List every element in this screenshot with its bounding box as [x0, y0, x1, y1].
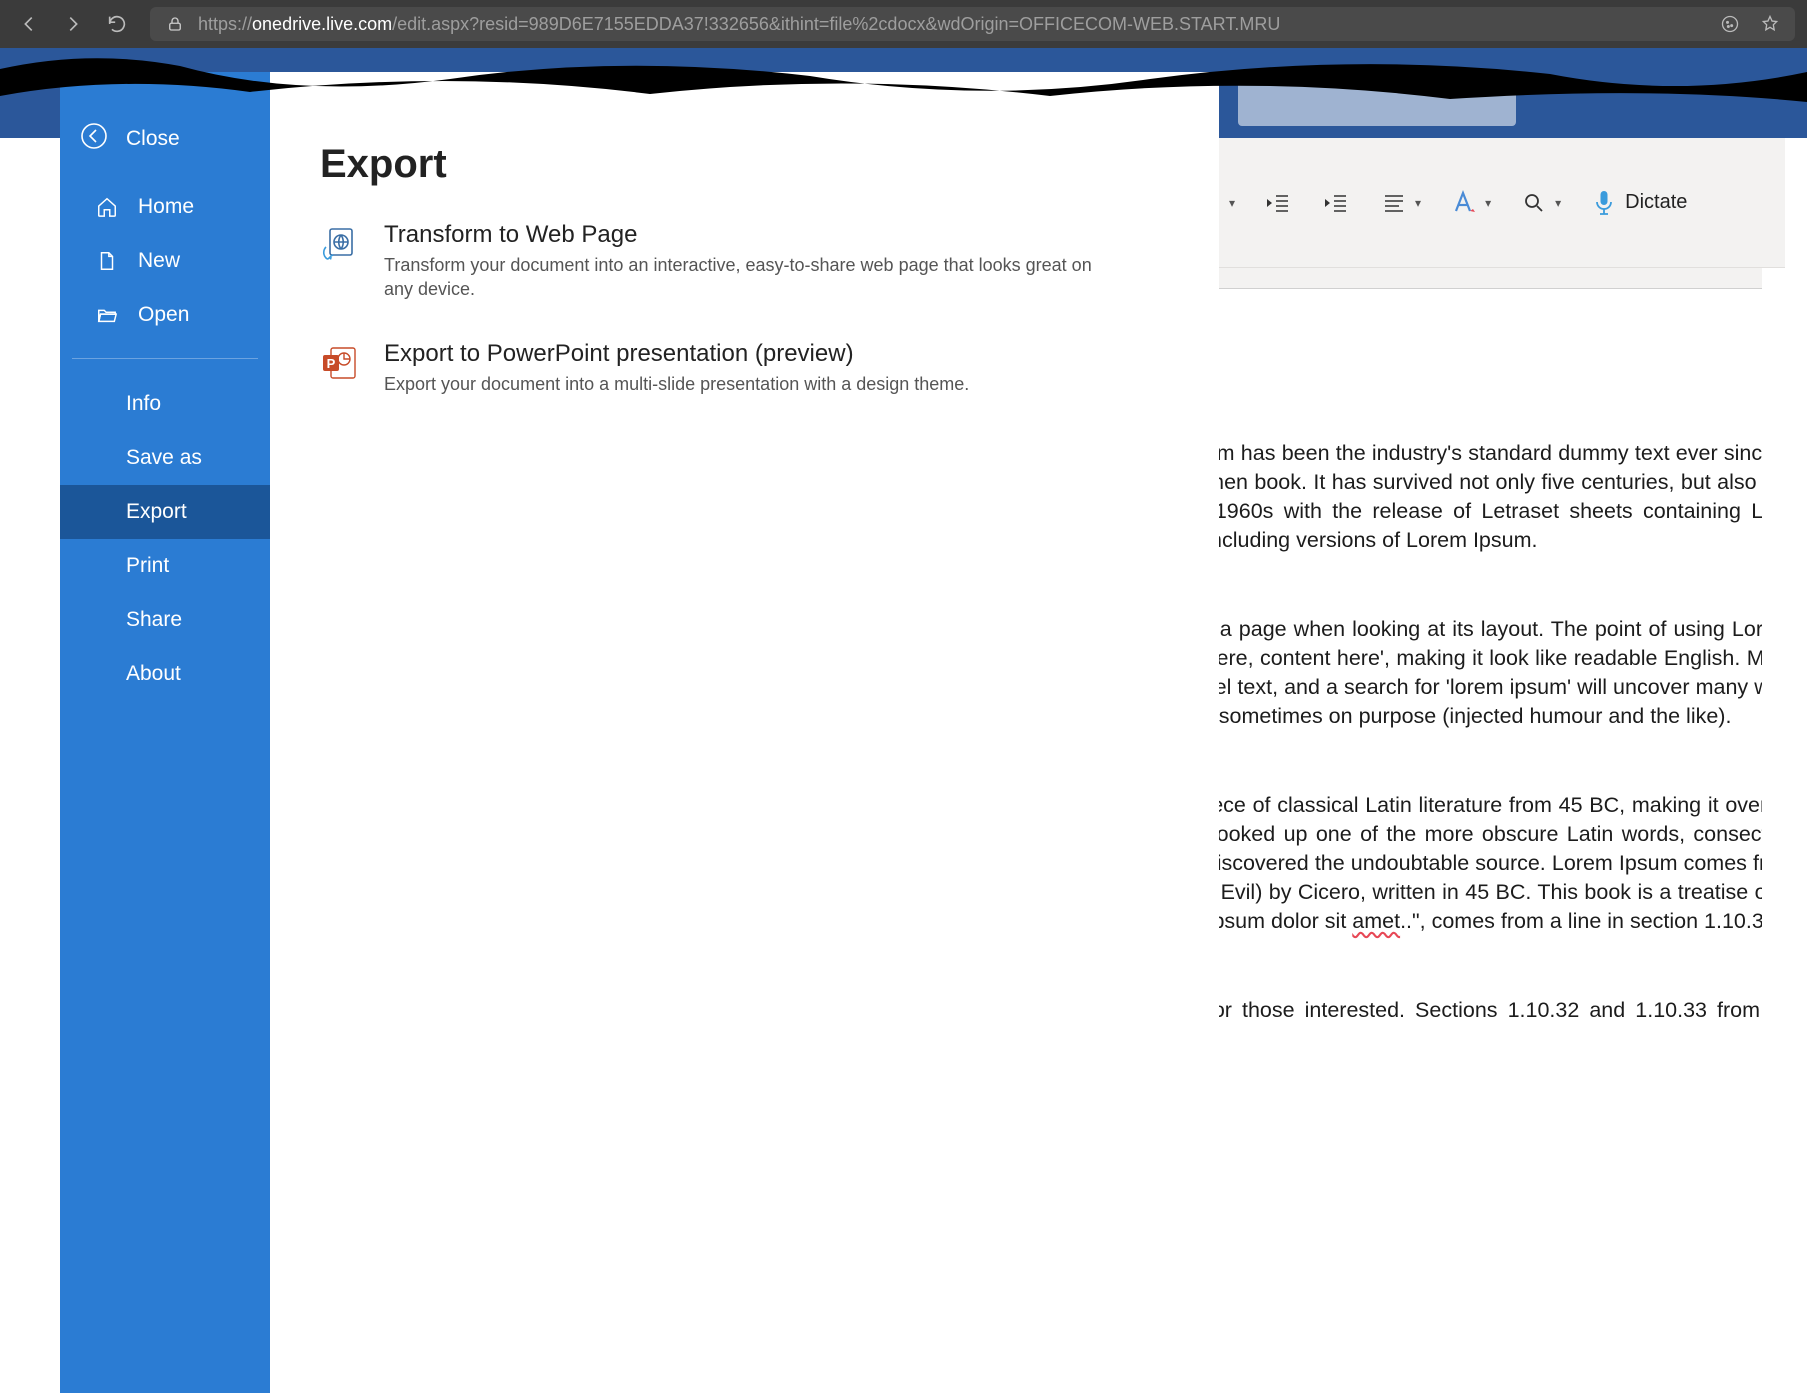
nav-about[interactable]: About — [60, 647, 270, 701]
url-host: onedrive.live.com — [252, 14, 392, 34]
nav-info[interactable]: Info — [60, 377, 270, 431]
back-button[interactable] — [16, 11, 42, 37]
export-option-title: Transform to Web Page — [384, 221, 1110, 249]
indent-icon — [1321, 188, 1351, 218]
cookie-icon[interactable] — [1717, 11, 1743, 37]
export-option-desc: Transform your document into an interact… — [384, 253, 1110, 302]
doc-misspelled-word: amet — [1352, 909, 1400, 933]
styles-icon — [1449, 188, 1479, 218]
nav-home[interactable]: Home — [72, 180, 258, 234]
nav-share[interactable]: Share — [60, 593, 270, 647]
paragraph-icon — [1379, 188, 1409, 218]
decrease-indent-button[interactable] — [1263, 179, 1293, 227]
chevron-down-icon: ▾ — [1485, 196, 1491, 210]
nav-label: New — [138, 249, 180, 273]
toolbar-dropdown-1[interactable]: ▾ — [1229, 179, 1235, 227]
favorite-icon[interactable] — [1757, 11, 1783, 37]
doc-paragraph: It is a long established fact that a rea… — [1219, 615, 1762, 731]
nav-label: Export — [126, 500, 187, 524]
nav-label: Info — [126, 392, 161, 416]
chevron-down-icon: ▾ — [1229, 196, 1235, 210]
dictate-button[interactable]: Dictate — [1589, 179, 1687, 227]
url-text: https://onedrive.live.com/edit.aspx?resi… — [198, 14, 1280, 35]
find-menu[interactable]: ▾ — [1519, 179, 1561, 227]
chevron-down-icon: ▾ — [1555, 196, 1561, 210]
forward-button[interactable] — [60, 11, 86, 37]
nav-open[interactable]: Open — [72, 288, 258, 342]
doc-text: ..", comes from a line in section 1.10.3… — [1400, 909, 1762, 933]
doc-paragraph: Lorem Ipsum is simply dummy text of the … — [1219, 439, 1762, 555]
reload-button[interactable] — [104, 11, 130, 37]
paragraph-menu[interactable]: ▾ — [1379, 179, 1421, 227]
nav-label: Open — [138, 303, 189, 327]
document-icon — [94, 248, 120, 274]
page-title: Export — [320, 142, 1169, 187]
doc-paragraph: The standard chunk of Lorem Ipsum used s… — [1219, 996, 1762, 1054]
dictate-label: Dictate — [1625, 191, 1687, 214]
transform-web-icon — [320, 225, 360, 265]
browser-toolbar: https://onedrive.live.com/edit.aspx?resi… — [0, 0, 1807, 48]
styles-menu[interactable]: ▾ — [1449, 179, 1491, 227]
nav-label: Print — [126, 554, 169, 578]
export-transform-webpage[interactable]: Transform to Web Page Transform your doc… — [320, 221, 1110, 302]
ribbon-toolbar: ▾ ▾ ▾ ▾ Dictate — [1219, 138, 1785, 268]
increase-indent-button[interactable] — [1321, 179, 1351, 227]
backstage-content: Export Transform to Web Page Transform y… — [270, 72, 1219, 1393]
export-option-desc: Export your document into a multi-slide … — [384, 372, 969, 396]
search-box-placeholder[interactable] — [1238, 74, 1516, 126]
nav-label: Save as — [126, 446, 202, 470]
backstage-nav: Close Home New Open — [60, 72, 270, 1393]
nav-export[interactable]: Export — [60, 485, 270, 539]
back-circle-icon — [80, 122, 108, 156]
svg-text:P: P — [327, 356, 336, 371]
lock-icon — [162, 11, 188, 37]
address-bar[interactable]: https://onedrive.live.com/edit.aspx?resi… — [150, 7, 1795, 41]
export-option-title: Export to PowerPoint presentation (previ… — [384, 340, 969, 368]
doc-paragraph: Contrary to popular belief, Lorem Ipsum … — [1219, 791, 1762, 936]
nav-label: Home — [138, 195, 194, 219]
backstage-panel: Close Home New Open — [60, 72, 1219, 1393]
powerpoint-icon: P — [320, 344, 360, 384]
close-label: Close — [126, 127, 180, 151]
document-page[interactable]: Lorem Ipsum is simply dummy text of the … — [1219, 288, 1762, 1393]
export-to-powerpoint[interactable]: P Export to PowerPoint presentation (pre… — [320, 340, 1110, 396]
chevron-down-icon: ▾ — [1415, 196, 1421, 210]
backstage-close-button[interactable]: Close — [60, 122, 270, 180]
home-icon — [94, 194, 120, 220]
nav-print[interactable]: Print — [60, 539, 270, 593]
nav-label: About — [126, 662, 181, 686]
nav-label: Share — [126, 608, 182, 632]
nav-save-as[interactable]: Save as — [60, 431, 270, 485]
document-canvas: Lorem Ipsum is simply dummy text of the … — [1219, 268, 1762, 1393]
microphone-icon — [1589, 188, 1619, 218]
browser-nav-buttons — [16, 11, 130, 37]
folder-open-icon — [94, 302, 120, 328]
url-path: /edit.aspx?resid=989D6E7155EDDA37!332656… — [392, 14, 1280, 34]
nav-new[interactable]: New — [72, 234, 258, 288]
outdent-icon — [1263, 188, 1293, 218]
url-protocol: https:// — [198, 14, 252, 34]
search-icon — [1519, 188, 1549, 218]
